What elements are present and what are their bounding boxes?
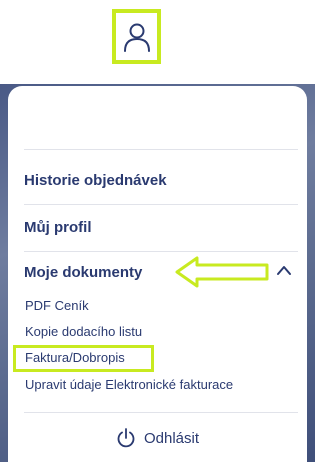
power-icon: [117, 428, 135, 448]
chevron-up-icon[interactable]: [276, 264, 292, 276]
annotation-arrow: [175, 256, 269, 288]
menu-item-my-profile[interactable]: Můj profil: [24, 219, 92, 236]
menu-item-order-history[interactable]: Historie objednávek: [24, 172, 167, 189]
user-icon: [123, 23, 150, 52]
top-bar: [0, 0, 315, 80]
user-account-button[interactable]: [112, 9, 161, 64]
account-dropdown-panel: Historie objednávek Můj profil Moje doku…: [8, 86, 307, 462]
doc-link-invoice-creditnote[interactable]: Faktura/Dobropis: [25, 350, 125, 365]
menu-item-my-documents[interactable]: Moje dokumenty: [24, 264, 142, 281]
logout-label: Odhlásit: [143, 429, 200, 447]
logout-button[interactable]: Odhlásit: [8, 414, 307, 462]
divider: [24, 204, 298, 205]
divider: [24, 251, 298, 252]
doc-link-delivery-note-copy[interactable]: Kopie dodacího listu: [25, 324, 142, 339]
doc-link-pdf-pricelist[interactable]: PDF Ceník: [25, 298, 89, 313]
divider: [24, 149, 298, 150]
divider: [24, 412, 298, 413]
doc-link-e-invoicing-settings[interactable]: Upravit údaje Elektronické fakturace: [25, 377, 233, 392]
